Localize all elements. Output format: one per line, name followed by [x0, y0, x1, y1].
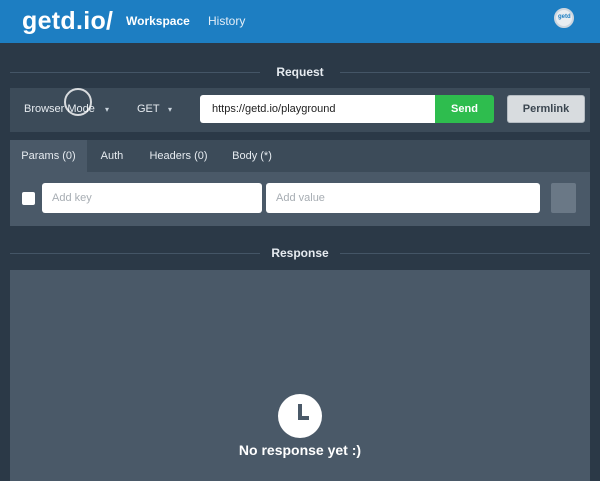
- param-row-button[interactable]: [551, 183, 576, 213]
- nav-history[interactable]: History: [208, 14, 245, 28]
- top-navigation-bar: getd.io/ Workspace History getd: [0, 0, 600, 43]
- param-key-input[interactable]: [42, 183, 262, 213]
- tab-params[interactable]: Params (0): [10, 140, 87, 172]
- caret-down-icon: ▾: [168, 105, 173, 114]
- url-input[interactable]: [200, 95, 436, 123]
- tab-headers[interactable]: Headers (0): [137, 140, 220, 172]
- permlink-button[interactable]: Permlink: [507, 95, 585, 123]
- request-section-title: Request: [276, 65, 324, 79]
- response-panel: No response yet :): [10, 270, 590, 481]
- request-bar: Browser Mode ▾ GET ▾ Send Permlink: [10, 88, 590, 132]
- request-options-panel: Params (0) Auth Headers (0) Body (*): [10, 140, 590, 226]
- send-button[interactable]: Send: [435, 95, 494, 123]
- avatar[interactable]: getd: [554, 8, 574, 28]
- app-logo[interactable]: getd.io/: [22, 7, 113, 36]
- tab-body[interactable]: Body (*): [220, 140, 284, 172]
- nav-workspace[interactable]: Workspace: [126, 14, 190, 28]
- method-select[interactable]: GET: [137, 103, 160, 115]
- cursor-indicator: [64, 88, 92, 116]
- tab-auth[interactable]: Auth: [87, 140, 137, 172]
- empty-response-message: No response yet :): [238, 442, 362, 458]
- avatar-label: getd: [558, 14, 571, 20]
- response-section-title: Response: [271, 246, 329, 260]
- param-enabled-checkbox[interactable]: [22, 192, 35, 205]
- param-value-input[interactable]: [266, 183, 540, 213]
- clock-icon: [278, 394, 322, 438]
- caret-down-icon: ▾: [105, 105, 110, 114]
